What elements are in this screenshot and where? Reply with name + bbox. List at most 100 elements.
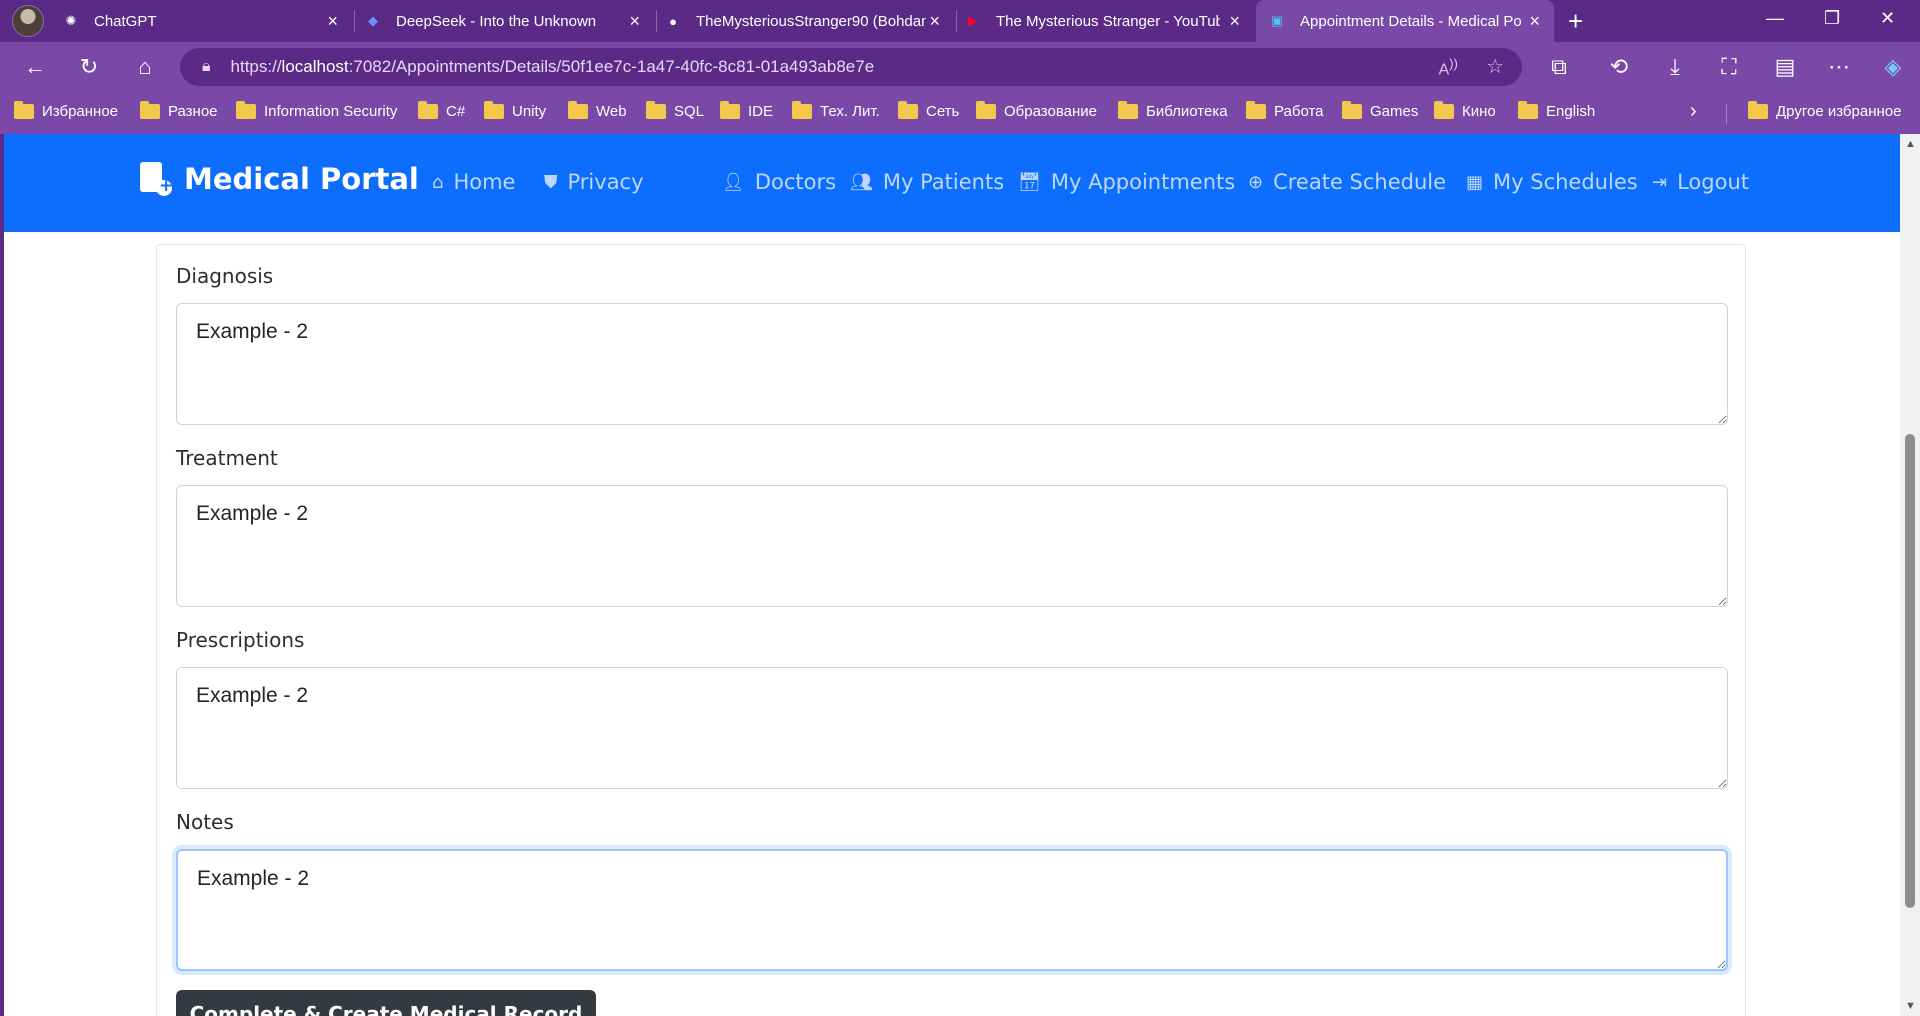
- deepseek-icon: ◆: [368, 13, 378, 28]
- complete-create-record-button[interactable]: Complete & Create Medical Record: [176, 990, 596, 1016]
- folder-icon: [418, 101, 438, 119]
- folder-icon: [976, 101, 996, 119]
- bookmark-folder[interactable]: Работа: [1246, 101, 1324, 120]
- nav-my-appointments[interactable]: 📅︎ My Appointments: [1018, 170, 1235, 194]
- bookmark-folder[interactable]: English: [1518, 101, 1595, 120]
- close-icon[interactable]: ×: [1229, 11, 1240, 32]
- calendar-icon: ▦: [1466, 171, 1484, 193]
- notes-field[interactable]: Example - 2: [176, 849, 1728, 971]
- nav-home[interactable]: ⌂ Home: [432, 170, 515, 194]
- nav-privacy[interactable]: ⛊ Privacy: [544, 170, 644, 194]
- folder-icon: [140, 101, 160, 119]
- lock-icon[interactable]: 🔒︎: [202, 58, 211, 76]
- diagnosis-label: Diagnosis: [176, 264, 274, 288]
- history-icon[interactable]: ⟲: [1604, 54, 1634, 80]
- address-bar[interactable]: 🔒︎ https://localhost:7082/Appointments/D…: [180, 48, 1522, 86]
- chevron-right-icon[interactable]: ›: [1690, 100, 1697, 123]
- minimize-icon[interactable]: —: [1766, 8, 1784, 29]
- home-icon[interactable]: ⌂: [130, 54, 160, 80]
- bookmark-folder[interactable]: C#: [418, 101, 465, 120]
- folder-icon: [484, 101, 504, 119]
- scroll-down-icon[interactable]: ▼: [1905, 1000, 1916, 1012]
- shield-icon: ⛊: [544, 171, 558, 193]
- site-navbar: Medical Portal ⌂Home ⛊Privacy 👤︎Doctors …: [4, 134, 1900, 232]
- restore-icon[interactable]: ❐: [1824, 8, 1840, 29]
- copilot-icon[interactable]: ◈: [1878, 54, 1908, 80]
- bookmark-divider: [1726, 104, 1727, 124]
- brand-link[interactable]: Medical Portal: [140, 162, 419, 196]
- tab-title: TheMysteriousStranger90 (Bohdan: [696, 12, 926, 30]
- treatment-field[interactable]: Example - 2: [176, 485, 1728, 607]
- bookmarks-bar: Избранное Разное Information Security C#…: [0, 94, 1920, 134]
- folder-icon: [1246, 101, 1266, 119]
- close-icon[interactable]: ×: [1529, 11, 1540, 32]
- tab-chatgpt[interactable]: ✺ ChatGPT ×: [62, 0, 352, 42]
- tab-title: Appointment Details - Medical Portal: [1300, 12, 1522, 30]
- read-aloud-icon[interactable]: A)): [1438, 56, 1458, 79]
- close-icon[interactable]: ×: [929, 11, 940, 32]
- close-icon[interactable]: ×: [327, 11, 338, 32]
- tab-github[interactable]: ● TheMysteriousStranger90 (Bohdan ×: [664, 0, 954, 42]
- nav-logout[interactable]: ⇥ Logout: [1652, 170, 1749, 194]
- logout-icon: ⇥: [1652, 171, 1668, 193]
- folder-icon: [1748, 101, 1768, 119]
- nav-create-schedule[interactable]: ⊕ Create Schedule: [1248, 170, 1446, 194]
- nav-doctors[interactable]: 👤︎ Doctors: [722, 170, 836, 194]
- bookmark-folder[interactable]: Кино: [1434, 101, 1496, 120]
- bookmark-folder[interactable]: Избранное: [14, 101, 118, 120]
- folder-icon: [1518, 101, 1538, 119]
- brand-text: Medical Portal: [184, 162, 419, 196]
- collections-icon[interactable]: ▤: [1770, 54, 1800, 80]
- window-close-icon[interactable]: ✕: [1880, 8, 1895, 29]
- tab-youtube[interactable]: ▶ The Mysterious Stranger - YouTube ×: [964, 0, 1254, 42]
- profile-avatar[interactable]: [12, 5, 44, 37]
- tab-title: DeepSeek - Into the Unknown: [396, 12, 597, 30]
- bookmark-folder[interactable]: SQL: [646, 101, 704, 120]
- tab-divider: [956, 10, 957, 32]
- folder-icon: [236, 101, 256, 119]
- url-path: :7082/Appointments/Details/50f1ee7c-1a47…: [348, 57, 875, 76]
- folder-icon: [898, 101, 918, 119]
- close-icon[interactable]: ×: [629, 11, 640, 32]
- reload-icon[interactable]: ↻: [74, 54, 104, 80]
- diagnosis-field[interactable]: Example - 2: [176, 303, 1728, 425]
- bookmark-folder[interactable]: Web: [568, 101, 627, 120]
- extensions-icon[interactable]: ⧉: [1544, 54, 1574, 80]
- bookmark-folder[interactable]: Unity: [484, 101, 546, 120]
- nav-my-schedules[interactable]: ▦ My Schedules: [1466, 170, 1638, 194]
- bookmark-folder[interactable]: Образование: [976, 101, 1097, 120]
- prescriptions-field[interactable]: Example - 2: [176, 667, 1728, 789]
- tab-appointment-details[interactable]: ▣ Appointment Details - Medical Portal ×: [1256, 0, 1554, 42]
- more-options-icon[interactable]: ⋯: [1824, 54, 1854, 80]
- bookmark-folder[interactable]: Разное: [140, 101, 218, 120]
- scroll-up-icon[interactable]: ▲: [1905, 138, 1916, 150]
- other-bookmarks-folder[interactable]: Другое избранное: [1748, 101, 1901, 120]
- downloads-icon[interactable]: ⤓: [1660, 54, 1690, 80]
- bookmark-folder[interactable]: Тех. Лит.: [792, 101, 880, 120]
- notes-label: Notes: [176, 810, 234, 834]
- bookmark-folder[interactable]: Библиотека: [1118, 101, 1228, 120]
- folder-icon: [14, 101, 34, 119]
- folder-icon: [1342, 101, 1362, 119]
- back-icon[interactable]: ←: [20, 54, 50, 80]
- new-tab-button[interactable]: +: [1568, 6, 1583, 37]
- tab-divider: [656, 10, 657, 32]
- medical-file-icon: [140, 162, 173, 196]
- bookmark-folder[interactable]: IDE: [720, 101, 773, 120]
- github-icon: ●: [669, 13, 677, 29]
- home-icon: ⌂: [432, 171, 444, 193]
- users-icon: 👥︎: [850, 171, 873, 193]
- tab-divider: [354, 10, 355, 32]
- folder-icon: [1118, 101, 1138, 119]
- bookmark-folder[interactable]: Games: [1342, 101, 1418, 120]
- scrollbar-thumb[interactable]: [1905, 434, 1915, 908]
- favorite-star-icon[interactable]: ☆: [1486, 54, 1504, 79]
- tab-deepseek[interactable]: ◆ DeepSeek - Into the Unknown ×: [364, 0, 654, 42]
- nav-my-patients[interactable]: 👥︎ My Patients: [850, 170, 1004, 194]
- browser-tab-bar: ✺ ChatGPT × ◆ DeepSeek - Into the Unknow…: [0, 0, 1920, 42]
- bookmark-folder[interactable]: Information Security: [236, 101, 397, 120]
- bookmark-folder[interactable]: Сеть: [898, 101, 959, 120]
- tab-title: The Mysterious Stranger - YouTube: [996, 12, 1220, 30]
- screenshot-icon[interactable]: ⛶: [1714, 54, 1744, 80]
- page-scrollbar[interactable]: ▲ ▼: [1900, 134, 1920, 1016]
